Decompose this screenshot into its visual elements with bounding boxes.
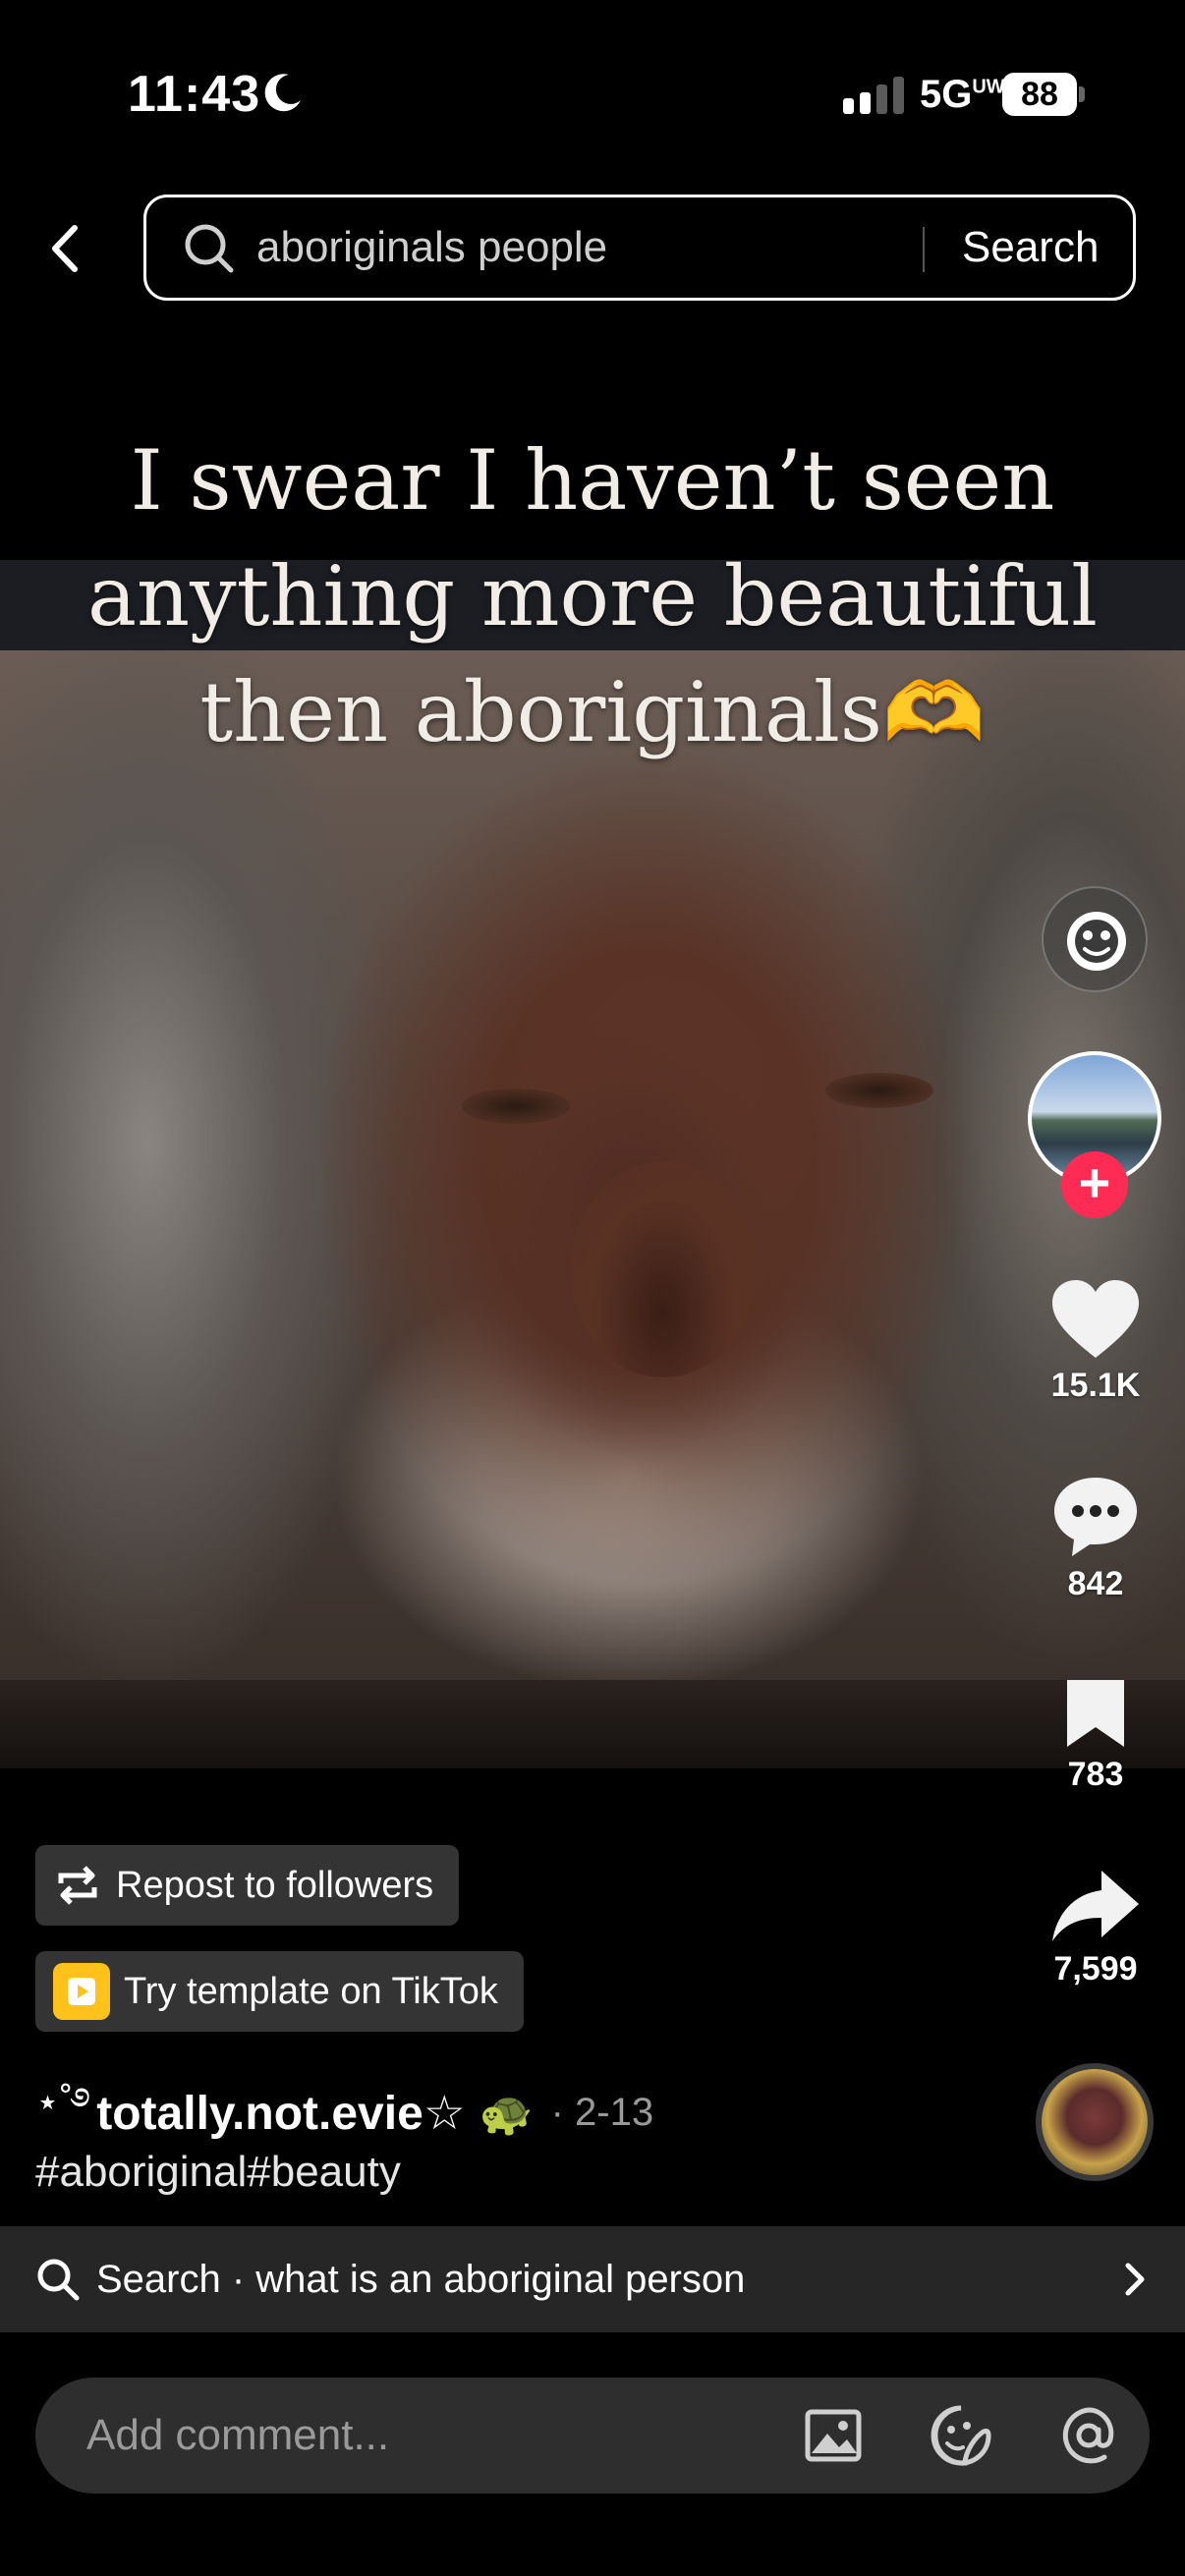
caption-line-2: anything more beautiful (86, 548, 1099, 644)
template-label: Try template on TikTok (124, 1970, 498, 2012)
comment-input[interactable]: Add comment... (35, 2378, 1150, 2493)
comment-placeholder[interactable]: Add comment... (86, 2411, 737, 2460)
save-action[interactable]: 783 (1022, 1676, 1169, 1794)
signal-icon (843, 77, 904, 114)
clock-time: 11:43 (128, 66, 261, 123)
search-icon (185, 224, 234, 273)
effect-face-button[interactable] (1042, 886, 1148, 992)
turtle-emoji: 🐢 (479, 2089, 534, 2138)
search-suggestion-label: Search · what is an aboriginal person (96, 2257, 746, 2301)
repost-icon (53, 1864, 102, 1907)
battery-tip (1079, 86, 1085, 102)
share-action[interactable]: 7,599 (1022, 1867, 1169, 1988)
video-letterbox-bottom (0, 1680, 1185, 1768)
face-icon (1067, 912, 1126, 971)
portrait-nose (570, 1161, 757, 1377)
search-button[interactable]: Search (962, 223, 1099, 272)
emoji-sticker-icon[interactable] (930, 2404, 992, 2467)
video-caption-overlay: I swear I haven’t seen anything more bea… (0, 422, 1185, 770)
save-count: 783 (1067, 1756, 1124, 1793)
heart-hands-emoji: 🫶 (882, 664, 986, 760)
back-icon[interactable] (39, 214, 88, 283)
mention-at-icon[interactable] (1057, 2404, 1120, 2467)
try-template-button[interactable]: Try template on TikTok (35, 1951, 524, 2032)
repost-label: Repost to followers (116, 1864, 434, 1906)
repost-to-followers-button[interactable]: Repost to followers (35, 1845, 460, 1926)
portrait-eye-right (825, 1073, 933, 1108)
like-count: 15.1K (1050, 1367, 1141, 1404)
like-action[interactable]: 15.1K (1022, 1277, 1169, 1405)
status-bar: 11:43 5GUW 88 (0, 0, 1185, 187)
search-suggestion-bar[interactable]: Search · what is an aboriginal person (0, 2226, 1185, 2332)
search-input[interactable]: aboriginals people Search (143, 195, 1136, 301)
caption-line-3: then aboriginals🫶 (199, 664, 986, 760)
chevron-right-icon (1120, 2260, 1150, 2299)
share-count: 7,599 (1053, 1950, 1138, 1988)
author-username[interactable]: totally.not.evie☆ (96, 2086, 466, 2141)
share-arrow-icon[interactable] (1048, 1867, 1143, 1945)
comment-count: 842 (1067, 1565, 1124, 1602)
search-divider (923, 227, 925, 272)
search-icon (37, 2259, 80, 2301)
bookmark-icon[interactable] (1061, 1676, 1130, 1751)
video-frame-portrait (0, 650, 1185, 1682)
caption-line-1: I swear I haven’t seen (130, 432, 1055, 529)
post-date: · 2-13 (550, 2091, 654, 2134)
moon-icon (264, 74, 301, 112)
battery-icon: 88 (1002, 73, 1077, 116)
template-icon (53, 1963, 110, 2020)
portrait-eye-left (462, 1089, 570, 1124)
hashtags[interactable]: #aboriginal#beauty (35, 2148, 401, 2197)
follow-button[interactable]: + (1061, 1151, 1128, 1218)
comment-icon[interactable] (1048, 1472, 1143, 1560)
image-icon[interactable] (802, 2404, 865, 2467)
heart-icon[interactable] (1048, 1277, 1143, 1362)
comment-action[interactable]: 842 (1022, 1472, 1169, 1603)
network-label: 5GUW (920, 73, 1005, 116)
music-disc[interactable] (1036, 2063, 1154, 2181)
search-query-text[interactable]: aboriginals people (256, 223, 607, 272)
